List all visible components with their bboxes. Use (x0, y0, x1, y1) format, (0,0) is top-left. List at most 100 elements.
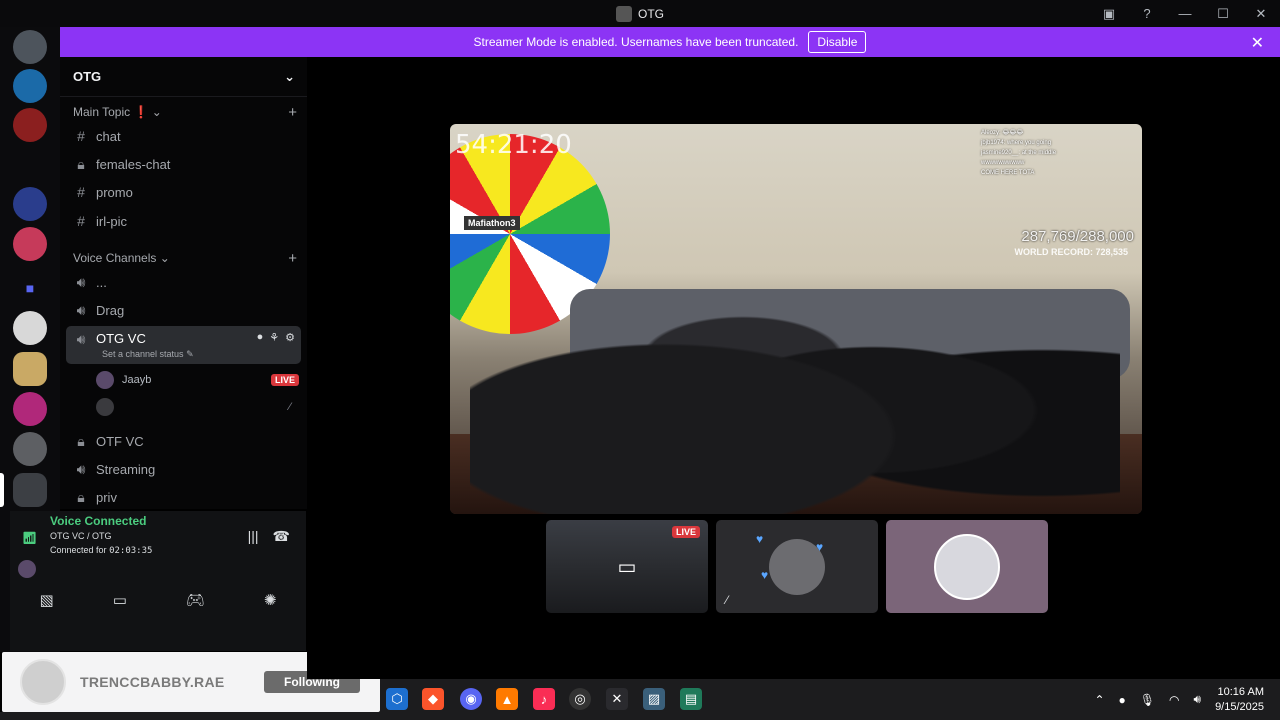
screen-share-icon[interactable]: ▭ (113, 591, 127, 609)
brave-icon[interactable]: ◆ (422, 688, 444, 710)
server-icon-5[interactable] (13, 227, 47, 261)
participant-tiles: ▭ LIVE ♥ ♥ ♥ ⁄ (546, 520, 1048, 613)
microphone-icon[interactable]: 🎙︎ (1140, 693, 1155, 707)
close-icon[interactable]: ✕ (1251, 33, 1264, 53)
chevron-up-icon[interactable]: ⌃ (1094, 693, 1104, 707)
world-record: WORLD RECORD: 728,535 (1014, 247, 1128, 257)
avatar (96, 398, 114, 416)
channel-females-chat[interactable]: 🔒︎ females-chat (73, 151, 301, 177)
channel-name: promo (96, 184, 133, 200)
tray-app-icon[interactable]: ● (1119, 693, 1126, 707)
channel-name: irl-pic (96, 213, 128, 229)
server-icon-otg[interactable] (13, 473, 47, 507)
photos-icon[interactable]: ▨ (643, 688, 665, 710)
heart-icon: ♥ (761, 568, 769, 582)
server-icon-1[interactable] (13, 30, 47, 64)
server-icon-6[interactable] (13, 311, 47, 345)
taskbar: ⬡ ◆ ◉ ▲ ♪ ◎ ✕ ▨ ▤ ⌃ ● 🎙︎ ◠ 🔊︎ 10:16 AM 9… (380, 679, 1280, 720)
soundboard-icon[interactable]: ✺ (264, 591, 277, 609)
invite-icon[interactable]: ⚘ (269, 331, 279, 344)
capcut-icon[interactable]: ✕ (606, 688, 628, 710)
participant-tile-2[interactable]: ♥ ♥ ♥ ⁄ (716, 520, 878, 613)
system-tray: ⌃ ● 🎙︎ ◠ 🔊︎ 10:16 AM 9/15/2025 (1094, 679, 1280, 720)
heart-icon: ♥ (816, 540, 824, 554)
speaker-icon: 🔊︎ (76, 273, 86, 290)
channel-name: ... (96, 274, 107, 290)
voice-channel-path[interactable]: OTG VC / OTG (50, 531, 112, 541)
disable-button[interactable]: Disable (808, 31, 867, 53)
minimize-icon[interactable]: — (1166, 0, 1204, 27)
volume-icon[interactable]: 🔊︎ (1194, 692, 1202, 707)
server-icon-4[interactable] (13, 187, 47, 221)
channel-promo[interactable]: # promo (73, 179, 301, 205)
live-badge: LIVE (270, 374, 299, 386)
server-icon-9[interactable] (13, 432, 47, 466)
app-icon-9[interactable]: ▤ (680, 688, 702, 710)
voice-channel-otg-vc[interactable]: 🔊︎ OTG VC Set a channel status ✎ ● ⚘ ⚙ (66, 326, 301, 364)
server-icon-7[interactable] (13, 352, 47, 386)
hash-icon: # (77, 128, 85, 144)
channel-name: Streaming (96, 461, 156, 477)
discord-icon[interactable]: ◉ (460, 688, 482, 710)
channel-sidebar: OTG ⌄ Main Topic ❗ ⌄ + # chat 🔒︎ females… (60, 57, 307, 509)
music-icon[interactable]: ♪ (533, 688, 555, 710)
people-graphic (470, 254, 1120, 514)
stream-stage: Mafiathon3 54:21:20 Aleozy: 😂😂😂 jbjb1974… (307, 57, 1280, 679)
server-icon-2[interactable] (13, 69, 47, 103)
sub-counter: 287,769/288,000 (1021, 228, 1134, 245)
server-icon-8[interactable] (13, 392, 47, 426)
channel-status[interactable]: Set a channel status ✎ (102, 349, 194, 360)
taskbar-left (0, 712, 380, 720)
voice-user-2[interactable]: ⁄ (96, 395, 299, 419)
voice-duration: Connected for 02:03:35 (50, 545, 153, 556)
voice-user-jaayb[interactable]: Jaayb LIVE (96, 368, 299, 392)
participant-tile-stream[interactable]: ▭ LIVE (546, 520, 708, 613)
category-main-topic[interactable]: Main Topic ❗ ⌄ + (73, 103, 297, 121)
channel-irl-pic[interactable]: # irl-pic (73, 208, 301, 234)
voice-channel-priv[interactable]: 🔒︎ priv (73, 484, 301, 510)
live-badge: LIVE (671, 526, 700, 538)
channel-name: Drag (96, 302, 125, 318)
app-icon-4[interactable]: ▲ (496, 688, 518, 710)
inbox-icon[interactable]: ▣ (1090, 0, 1128, 27)
avatar (934, 533, 1000, 600)
voice-status: Voice Connected (50, 514, 147, 528)
channel-chat[interactable]: # chat (73, 123, 301, 149)
category-label: Voice Channels (73, 251, 157, 265)
camera-off-icon[interactable]: ▧ (40, 591, 54, 609)
noise-suppression-icon[interactable]: ||| (248, 528, 259, 545)
server-icon-3[interactable] (13, 108, 47, 142)
add-channel-icon[interactable]: + (288, 250, 297, 267)
chat-bubble-icon[interactable]: ● (257, 331, 264, 344)
avatar (96, 371, 114, 389)
gear-icon[interactable]: ⚙ (285, 331, 295, 344)
voice-channel-streaming[interactable]: 🔊︎ Streaming (73, 456, 301, 482)
clock[interactable]: 10:16 AM 9/15/2025 (1215, 685, 1264, 715)
add-channel-icon[interactable]: + (288, 104, 297, 121)
help-icon[interactable]: ? (1128, 0, 1166, 27)
guild-header[interactable]: OTG ⌄ (60, 57, 307, 97)
window-title: OTG (638, 6, 664, 21)
disconnect-icon[interactable]: ☎ (273, 528, 290, 545)
signal-icon[interactable]: 📶︎ (22, 531, 37, 545)
folder-icon[interactable]: ■ (13, 271, 47, 305)
stream-video[interactable]: Mafiathon3 54:21:20 Aleozy: 😂😂😂 jbjb1974… (450, 124, 1142, 514)
app-icon-1[interactable]: ⬡ (386, 688, 408, 710)
voice-channel-drag[interactable]: 🔊︎ Drag (73, 297, 301, 323)
lock-icon: 🔒︎ (77, 488, 85, 505)
chevron-down-icon: ⌄ (284, 68, 295, 84)
server-icon (616, 5, 632, 22)
voice-channel-otf-vc[interactable]: 🔒︎ OTF VC (73, 428, 301, 454)
stream-timer: 54:21:20 (455, 130, 572, 160)
clock-date: 9/15/2025 (1215, 700, 1264, 713)
app-icon-6[interactable]: ◎ (569, 688, 591, 710)
participant-tile-3[interactable] (886, 520, 1048, 613)
wifi-icon[interactable]: ◠ (1169, 693, 1179, 707)
maximize-icon[interactable]: ☐ (1204, 0, 1242, 27)
voice-channel-dots[interactable]: 🔊︎ ... (73, 269, 301, 295)
hash-icon: # (77, 184, 85, 200)
close-icon[interactable]: ✕ (1242, 0, 1280, 27)
activity-icon[interactable]: 🎮︎ (186, 591, 205, 609)
category-voice-channels[interactable]: Voice Channels ⌄ + (73, 249, 297, 267)
monitor-icon: ▭ (617, 556, 637, 578)
